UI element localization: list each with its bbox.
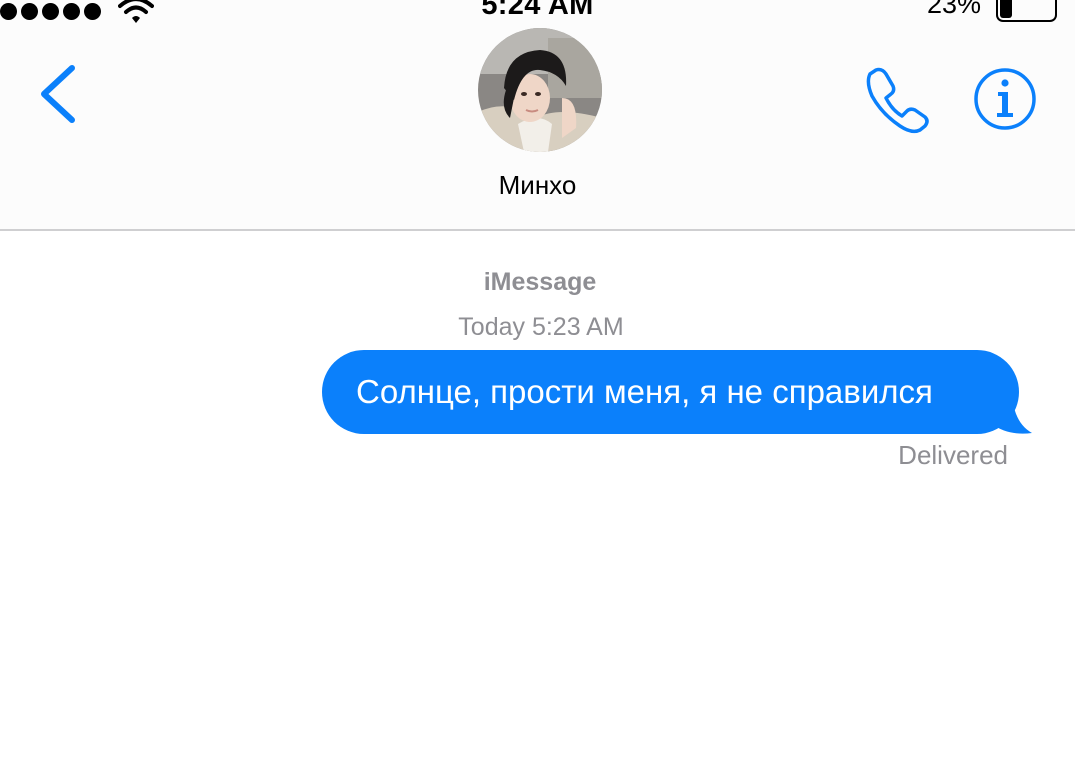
messages-screen: Минхо 5:24 AM 23% iMessage Today 5:23 AM…	[0, 0, 1075, 763]
outgoing-message-bubble[interactable]: Солнце, прости меня, я не справился	[322, 350, 1019, 434]
chevron-left-icon	[41, 65, 75, 123]
info-button[interactable]	[972, 66, 1038, 132]
message-row[interactable]: Солнце, прости меня, я не справился	[322, 350, 1034, 436]
info-icon	[974, 68, 1036, 130]
status-bar: 5:24 AM 23%	[0, 0, 1075, 30]
avatar[interactable]	[478, 28, 602, 152]
battery-percentage: 23%	[927, 0, 982, 19]
contact-photo	[478, 28, 602, 152]
contact-name[interactable]: Минхо	[0, 170, 1075, 201]
delivery-status: Delivered	[898, 440, 1008, 470]
service-label: iMessage	[483, 268, 597, 296]
battery-icon	[996, 0, 1057, 22]
phone-icon	[866, 67, 929, 134]
back-button[interactable]	[36, 60, 84, 132]
conversation-header: Минхо	[0, 0, 1075, 231]
message-timestamp: Today 5:23 AM	[458, 313, 624, 341]
call-button[interactable]	[862, 64, 932, 134]
header-divider	[0, 229, 1075, 231]
status-time: 5:24 AM	[481, 0, 594, 21]
